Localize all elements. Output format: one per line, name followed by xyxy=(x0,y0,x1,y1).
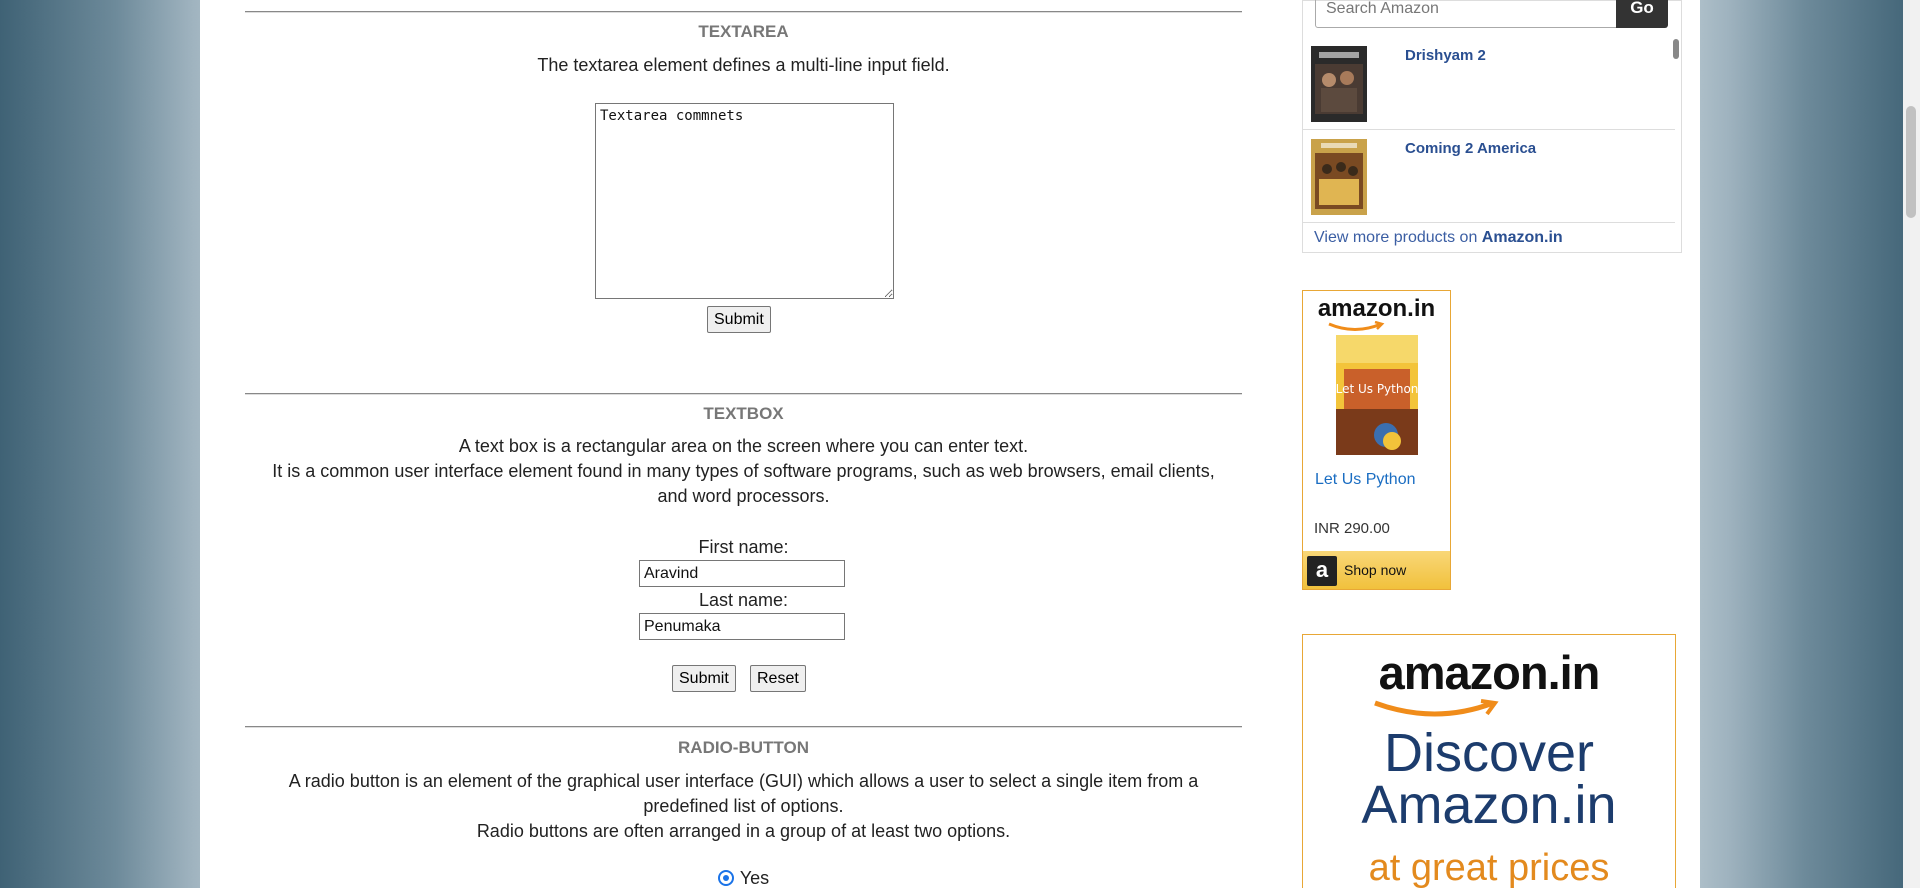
section-divider xyxy=(245,393,1242,395)
shop-now-label: Shop now xyxy=(1344,562,1407,578)
amazon-search-input[interactable]: Search Amazon xyxy=(1315,0,1617,28)
radio-description-line3: Radio buttons are often arranged in a gr… xyxy=(476,821,1011,841)
amazon-logo-large: amazon.in xyxy=(1378,646,1601,699)
textarea-description: The textarea element defines a multi-lin… xyxy=(537,55,950,75)
ad-headline: Discover Amazon.in xyxy=(1303,723,1675,835)
coming-2-america-poster-image xyxy=(1311,139,1367,215)
product-list-scrollbar[interactable] xyxy=(1673,39,1679,59)
main-content: TEXTAREA The textarea element defines a … xyxy=(245,0,1242,888)
discover-amazon-ad[interactable]: amazon.in Discover Amazon.in at great pr… xyxy=(1302,634,1676,888)
view-more-link[interactable]: View more products on Amazon.in xyxy=(1314,229,1563,247)
product-name[interactable]: Coming 2 America xyxy=(1405,140,1536,157)
amazon-smile-icon xyxy=(1328,321,1385,331)
radio-description-line2: predefined list of options. xyxy=(643,796,844,816)
first-name-field[interactable] xyxy=(639,560,845,587)
page-scrollbar[interactable] xyxy=(1903,0,1920,888)
amazon-logo: amazon.in xyxy=(1317,295,1436,322)
amazon-smile-large-icon xyxy=(1374,699,1499,717)
textarea-submit-button[interactable]: Submit xyxy=(707,306,771,333)
book-cover-title: Let Us Python xyxy=(1336,382,1418,396)
textbox-submit-button[interactable]: Submit xyxy=(672,665,736,692)
comments-textarea[interactable]: Textarea commnets xyxy=(595,103,894,299)
page-container: TEXTAREA The textarea element defines a … xyxy=(200,0,1700,888)
amazon-go-button[interactable]: Go xyxy=(1616,0,1668,28)
textarea-section-title: TEXTAREA xyxy=(698,22,789,41)
textbox-description-line2: It is a common user interface element fo… xyxy=(272,461,1215,481)
textbox-reset-button[interactable]: Reset xyxy=(750,665,806,692)
textbox-description-line1: A text box is a rectangular area on the … xyxy=(458,436,1029,456)
radio-description-line1: A radio button is an element of the grap… xyxy=(288,771,1199,791)
radio-option-yes[interactable]: Yes xyxy=(245,868,1242,888)
textbox-description-line3: and word processors. xyxy=(657,486,830,506)
first-name-label: First name: xyxy=(698,537,789,557)
ad-headline-line1: Discover xyxy=(1383,723,1595,783)
amazon-search-widget: Search Amazon Go Drishyam 2 Coming 2 Ame… xyxy=(1302,0,1682,253)
last-name-label: Last name: xyxy=(698,590,789,610)
product-item[interactable]: Coming 2 America xyxy=(1303,131,1675,223)
ad-tagline: at great prices xyxy=(1368,847,1610,888)
ad-product-price: INR 290.00 xyxy=(1314,520,1390,537)
radio-yes-label: Yes xyxy=(739,868,770,888)
ad-headline-line2: Amazon.in xyxy=(1361,775,1617,835)
section-divider xyxy=(245,726,1242,728)
last-name-field[interactable] xyxy=(639,613,845,640)
textbox-section-title: TEXTBOX xyxy=(703,404,784,423)
section-divider xyxy=(245,11,1242,13)
ad-product-title[interactable]: Let Us Python xyxy=(1315,471,1416,489)
page-scrollbar-thumb[interactable] xyxy=(1906,106,1916,218)
python-book-cover-image: Let Us Python xyxy=(1336,335,1418,455)
drishyam-poster-image xyxy=(1311,46,1367,122)
amazon-a-icon: a xyxy=(1307,556,1337,586)
view-more-site: Amazon.in xyxy=(1481,229,1563,246)
product-item[interactable]: Drishyam 2 xyxy=(1303,38,1675,130)
product-name[interactable]: Drishyam 2 xyxy=(1405,47,1486,64)
radio-selected-icon[interactable] xyxy=(717,870,734,886)
view-more-prefix: View more products on xyxy=(1314,229,1482,246)
shop-now-button[interactable]: a Shop now xyxy=(1303,551,1450,589)
radio-section-title: RADIO-BUTTON xyxy=(678,738,809,757)
amazon-book-ad[interactable]: amazon.in Let Us Python Let Us Python IN… xyxy=(1302,290,1451,590)
